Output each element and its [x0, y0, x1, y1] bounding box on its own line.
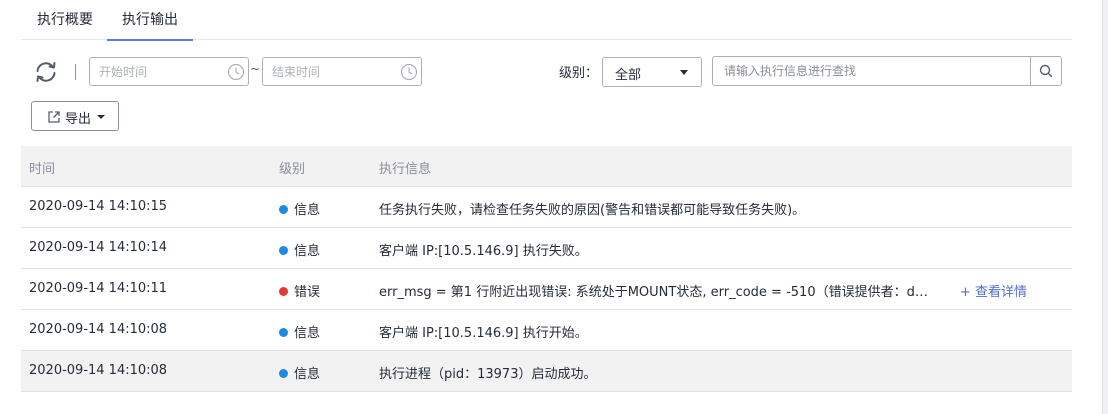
end-time-field[interactable] [262, 57, 422, 86]
message-text: 客户端 IP:[10.5.146.9] 执行开始。 [379, 326, 588, 341]
log-table: 时间 级别 执行信息 2020-09-14 14:10:15 信息 任务执行失败… [21, 146, 1072, 392]
range-separator: ~ [250, 62, 261, 76]
chevron-down-icon [680, 70, 688, 75]
row-time: 2020-09-14 14:10:15 [29, 199, 168, 214]
row-level: 信息 [279, 322, 320, 341]
active-tab-indicator [107, 39, 193, 41]
table-row: 2020-09-14 14:10:14 信息 客户端 IP:[10.5.146.… [21, 228, 1072, 269]
refresh-button[interactable] [33, 59, 59, 85]
status-dot [279, 369, 288, 378]
table-row: 2020-09-14 14:10:08 信息 客户端 IP:[10.5.146.… [21, 310, 1072, 351]
row-message: 客户端 IP:[10.5.146.9] 执行开始。 [379, 322, 588, 341]
row-level: 信息 [279, 363, 320, 382]
chevron-down-icon [97, 115, 105, 119]
search-icon [1039, 64, 1053, 78]
row-time: 2020-09-14 14:10:11 [29, 281, 168, 296]
tab-bar: 执行概要 执行输出 [21, 0, 1072, 41]
level-text: 信息 [294, 367, 321, 382]
level-filter-select[interactable]: 全部 [602, 57, 702, 87]
row-time: 2020-09-14 14:10:14 [29, 240, 168, 255]
start-time-field[interactable] [89, 57, 249, 86]
message-search-input[interactable] [713, 57, 1013, 85]
message-text: err_msg = 第1 行附近出现错误: 系统处于MOUNT状态, err_c… [379, 285, 928, 300]
status-dot [279, 287, 288, 296]
column-header-message: 执行信息 [379, 162, 432, 177]
level-filter-label: 级别： [559, 66, 599, 81]
row-time: 2020-09-14 14:10:08 [29, 363, 168, 378]
row-message: err_msg = 第1 行附近出现错误: 系统处于MOUNT状态, err_c… [379, 281, 928, 300]
toolbar-divider [75, 64, 76, 80]
level-text: 信息 [294, 244, 321, 259]
level-text: 错误 [294, 285, 321, 300]
end-time-input[interactable] [263, 58, 383, 85]
column-header-time: 时间 [29, 162, 56, 177]
message-text: 执行进程（pid：13973）启动成功。 [379, 367, 597, 382]
table-row: 2020-09-14 14:10:08 信息 执行进程（pid：13973）启动… [21, 351, 1072, 392]
start-time-input[interactable] [90, 58, 210, 85]
status-dot [279, 328, 288, 337]
table-row: 2020-09-14 14:10:15 信息 任务执行失败，请检查任务失败的原因… [21, 187, 1072, 228]
tab-output[interactable]: 执行输出 [107, 0, 193, 41]
status-dot [279, 246, 288, 255]
view-details-link[interactable]: + 查看详情 [960, 281, 1027, 300]
message-text: 任务执行失败，请检查任务失败的原因(警告和错误都可能导致任务失败)。 [379, 203, 806, 218]
row-level: 信息 [279, 199, 320, 218]
table-row: 2020-09-14 14:10:11 错误 err_msg = 第1 行附近出… [21, 269, 1072, 310]
level-text: 信息 [294, 326, 321, 341]
scrollbar-track[interactable] [1102, 0, 1108, 414]
message-search-field[interactable] [712, 56, 1062, 86]
row-time: 2020-09-14 14:10:08 [29, 322, 168, 337]
external-link-icon [48, 111, 60, 123]
level-text: 信息 [294, 203, 321, 218]
row-level: 信息 [279, 240, 320, 259]
table-header: 时间 级别 执行信息 [21, 146, 1072, 187]
row-level: 错误 [279, 281, 320, 300]
message-text: 客户端 IP:[10.5.146.9] 执行失败。 [379, 244, 588, 259]
export-button[interactable]: 导出 [31, 101, 119, 131]
tab-output-label: 执行输出 [122, 12, 178, 28]
clock-icon[interactable] [400, 63, 418, 81]
row-message: 执行进程（pid：13973）启动成功。 [379, 363, 596, 382]
column-header-level: 级别 [279, 162, 306, 177]
row-message: 客户端 IP:[10.5.146.9] 执行失败。 [379, 240, 588, 259]
clock-icon[interactable] [227, 63, 245, 81]
status-dot [279, 205, 288, 214]
level-filter-value: 全部 [615, 68, 642, 83]
row-message: 任务执行失败，请检查任务失败的原因(警告和错误都可能导致任务失败)。 [379, 199, 805, 218]
tab-summary[interactable]: 执行概要 [36, 0, 94, 40]
search-button[interactable] [1030, 57, 1061, 85]
export-label: 导出 [65, 112, 92, 127]
refresh-icon [36, 62, 56, 82]
